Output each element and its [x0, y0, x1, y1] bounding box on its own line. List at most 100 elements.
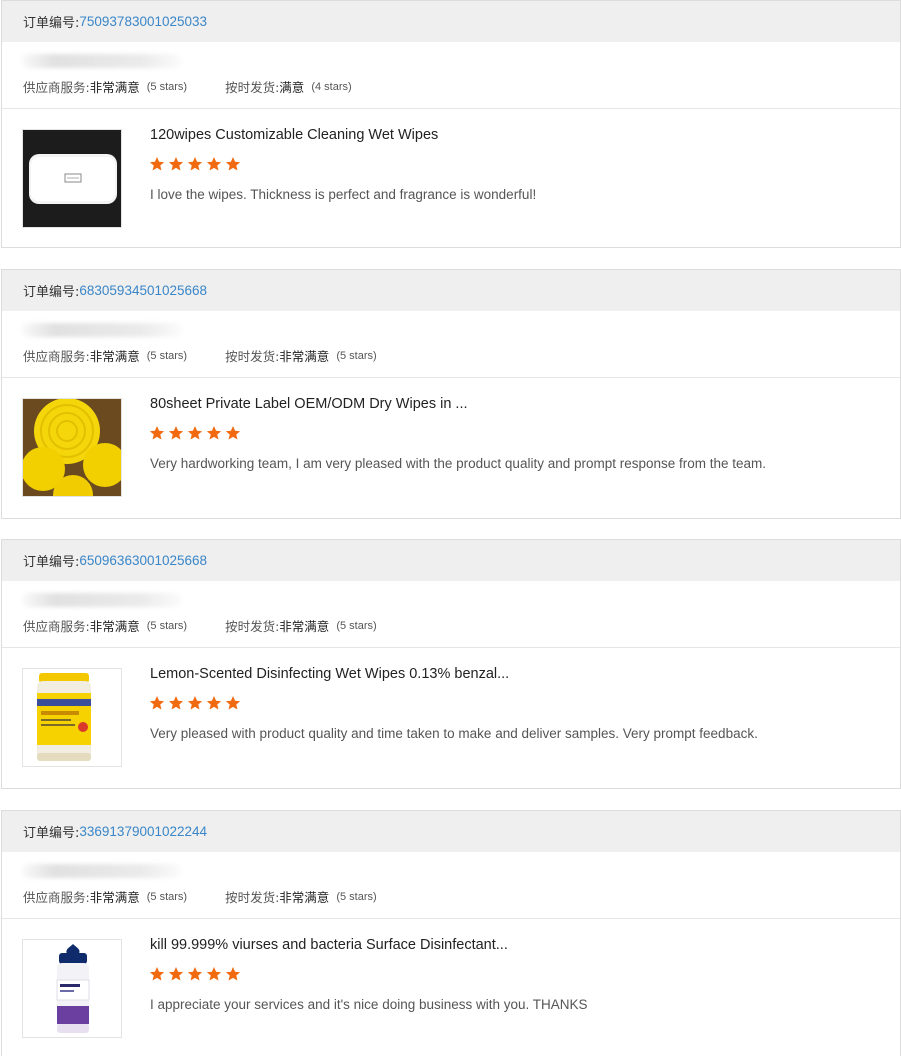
product-title-link[interactable]: Lemon-Scented Disinfecting Wet Wipes 0.1… — [150, 666, 509, 682]
product-title-link[interactable]: kill 99.999% viurses and bacteria Surfac… — [150, 937, 508, 953]
rating-summary: 供应商服务: 非常满意 (5 stars) 按时发货: 非常满意 (5 star… — [2, 581, 900, 648]
surface-disinfectant-canister-image — [23, 940, 121, 1037]
on-time-delivery-rating: 按时发货: 非常满意 (5 stars) — [225, 346, 377, 365]
star-icon — [187, 696, 203, 710]
on-time-delivery-stars: (5 stars) — [336, 349, 377, 362]
order-header: 订单编号: 33691379001022244 — [2, 811, 900, 852]
star-icon — [206, 426, 222, 440]
review-comment: Very hardworking team, I am very pleased… — [150, 456, 767, 471]
star-rating — [149, 425, 241, 441]
supplier-service-label: 供应商服务: — [23, 349, 90, 364]
supplier-service-value: 非常满意 — [89, 619, 140, 634]
supplier-service-label: 供应商服务: — [23, 80, 90, 95]
star-icon — [225, 426, 241, 440]
product-title-link[interactable]: 80sheet Private Label OEM/ODM Dry Wipes … — [150, 396, 468, 412]
rating-row: 供应商服务: 非常满意 (5 stars) 按时发货: 满意 (4 stars) — [23, 77, 352, 96]
review-list: 订单编号: 75093783001025033 供应商服务: 非常满意 (5 s… — [0, 0, 901, 1056]
rating-summary: 供应商服务: 非常满意 (5 stars) 按时发货: 非常满意 (5 star… — [2, 852, 900, 919]
order-number-link[interactable]: 75093783001025033 — [79, 14, 207, 29]
star-rating — [149, 695, 241, 711]
on-time-delivery-value: 满意 — [279, 80, 305, 95]
rating-row: 供应商服务: 非常满意 (5 stars) 按时发货: 非常满意 (5 star… — [23, 616, 377, 635]
star-icon — [149, 967, 165, 981]
buyer-name-redacted — [22, 54, 182, 68]
review-comment: Very pleased with product quality and ti… — [150, 726, 758, 741]
order-number-label: 订单编号: — [23, 555, 80, 570]
review-comment: I appreciate your services and it's nice… — [150, 997, 588, 1012]
star-rating — [149, 966, 241, 982]
order-header: 订单编号: 68305934501025668 — [2, 270, 900, 311]
on-time-delivery-stars: (5 stars) — [336, 890, 377, 903]
on-time-delivery-rating: 按时发货: 满意 (4 stars) — [225, 77, 352, 96]
buyer-name-redacted — [22, 864, 182, 878]
supplier-service-value: 非常满意 — [89, 80, 140, 95]
star-icon — [149, 696, 165, 710]
star-icon — [168, 696, 184, 710]
star-icon — [168, 157, 184, 171]
order-number-label: 订单编号: — [23, 16, 80, 31]
star-icon — [168, 426, 184, 440]
wet-wipes-pack-image — [23, 130, 121, 227]
order-number-link[interactable]: 33691379001022244 — [79, 824, 207, 839]
product-thumbnail[interactable] — [22, 129, 122, 228]
star-icon — [206, 696, 222, 710]
product-thumbnail[interactable] — [22, 668, 122, 767]
supplier-service-value: 非常满意 — [89, 349, 140, 364]
star-icon — [206, 157, 222, 171]
on-time-delivery-label: 按时发货: — [225, 890, 280, 905]
star-icon — [187, 157, 203, 171]
on-time-delivery-label: 按时发货: — [225, 349, 280, 364]
order-number-link[interactable]: 68305934501025668 — [79, 283, 207, 298]
buyer-name-redacted — [22, 593, 182, 607]
buyer-name-redacted — [22, 323, 182, 337]
order-review-card: 订单编号: 65096363001025668 供应商服务: 非常满意 (5 s… — [1, 539, 901, 789]
product-review: 120wipes Customizable Cleaning Wet Wipes… — [2, 109, 900, 249]
star-icon — [149, 157, 165, 171]
rating-summary: 供应商服务: 非常满意 (5 stars) 按时发货: 非常满意 (5 star… — [2, 311, 900, 378]
order-review-card: 订单编号: 33691379001022244 供应商服务: 非常满意 (5 s… — [1, 810, 901, 1056]
star-icon — [206, 967, 222, 981]
star-icon — [168, 967, 184, 981]
star-icon — [187, 426, 203, 440]
rating-row: 供应商服务: 非常满意 (5 stars) 按时发货: 非常满意 (5 star… — [23, 887, 377, 906]
star-icon — [225, 696, 241, 710]
supplier-service-rating: 供应商服务: 非常满意 (5 stars) — [23, 616, 187, 635]
product-title-link[interactable]: 120wipes Customizable Cleaning Wet Wipes — [150, 127, 438, 143]
order-number-link[interactable]: 65096363001025668 — [79, 553, 207, 568]
rating-summary: 供应商服务: 非常满意 (5 stars) 按时发货: 满意 (4 stars) — [2, 42, 900, 109]
supplier-service-label: 供应商服务: — [23, 890, 90, 905]
on-time-delivery-value: 非常满意 — [279, 349, 330, 364]
star-icon — [149, 426, 165, 440]
order-header: 订单编号: 65096363001025668 — [2, 540, 900, 581]
supplier-service-label: 供应商服务: — [23, 619, 90, 634]
supplier-service-stars: (5 stars) — [146, 890, 188, 903]
star-icon — [225, 157, 241, 171]
review-comment: I love the wipes. Thickness is perfect a… — [150, 187, 537, 202]
order-review-card: 订单编号: 68305934501025668 供应商服务: 非常满意 (5 s… — [1, 269, 901, 519]
yellow-canister-lids-image — [23, 399, 121, 496]
star-rating — [149, 156, 241, 172]
order-review-card: 订单编号: 75093783001025033 供应商服务: 非常满意 (5 s… — [1, 0, 901, 248]
rating-row: 供应商服务: 非常满意 (5 stars) 按时发货: 非常满意 (5 star… — [23, 346, 377, 365]
on-time-delivery-stars: (4 stars) — [311, 80, 352, 93]
star-icon — [187, 967, 203, 981]
product-thumbnail[interactable] — [22, 398, 122, 497]
on-time-delivery-stars: (5 stars) — [336, 619, 377, 632]
supplier-service-rating: 供应商服务: 非常满意 (5 stars) — [23, 77, 187, 96]
on-time-delivery-value: 非常满意 — [279, 890, 330, 905]
star-icon — [225, 967, 241, 981]
on-time-delivery-label: 按时发货: — [225, 80, 280, 95]
product-review: Lemon-Scented Disinfecting Wet Wipes 0.1… — [2, 648, 900, 788]
on-time-delivery-label: 按时发货: — [225, 619, 280, 634]
disinfecting-wipes-canister-image — [23, 669, 121, 766]
on-time-delivery-rating: 按时发货: 非常满意 (5 stars) — [225, 616, 377, 635]
product-thumbnail[interactable] — [22, 939, 122, 1038]
order-header: 订单编号: 75093783001025033 — [2, 1, 900, 42]
order-number-label: 订单编号: — [23, 285, 80, 300]
supplier-service-value: 非常满意 — [89, 890, 140, 905]
supplier-service-rating: 供应商服务: 非常满意 (5 stars) — [23, 887, 187, 906]
supplier-service-stars: (5 stars) — [146, 349, 188, 362]
supplier-service-rating: 供应商服务: 非常满意 (5 stars) — [23, 346, 187, 365]
supplier-service-stars: (5 stars) — [146, 80, 188, 93]
product-review: kill 99.999% viurses and bacteria Surfac… — [2, 919, 900, 1056]
